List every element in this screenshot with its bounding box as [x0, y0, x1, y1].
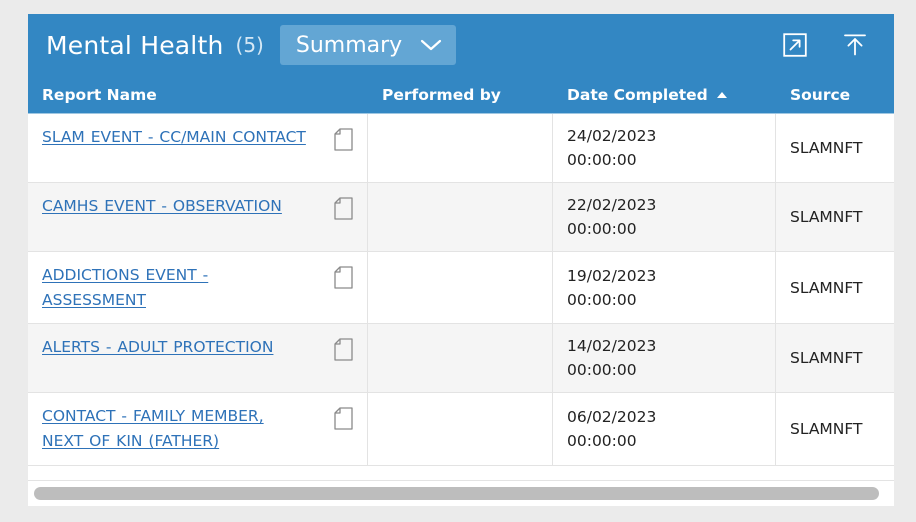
table-row[interactable]: SLAM EVENT - CC/MAIN CONTACT 24/02/2023 …: [28, 114, 894, 184]
cell-source: SLAMNFT: [776, 324, 893, 392]
source-value: SLAMNFT: [790, 139, 863, 158]
view-selector-summary[interactable]: Summary: [279, 25, 457, 65]
cell-date-completed: 24/02/2023 00:00:00: [553, 114, 776, 183]
cell-source: SLAMNFT: [776, 252, 893, 323]
column-header-date-completed-label: Date Completed: [567, 85, 708, 104]
chevron-down-icon: [420, 38, 442, 52]
cell-source: SLAMNFT: [776, 183, 893, 251]
report-name-link[interactable]: ALERTS - ADULT PROTECTION: [42, 335, 273, 360]
table-row[interactable]: CAMHS EVENT - OBSERVATION 22/02/2023 00:…: [28, 183, 894, 253]
cell-performed-by: [368, 183, 553, 252]
source-value: SLAMNFT: [790, 278, 863, 297]
cell-date-completed: 22/02/2023 00:00:00: [553, 183, 776, 252]
date-completed-value: 24/02/2023 00:00:00: [567, 127, 657, 170]
table-column-headers: Report Name Performed by Date Completed …: [28, 76, 894, 114]
table-row[interactable]: ADDICTIONS EVENT - ASSESSMENT 19/02/2023…: [28, 252, 894, 325]
cell-performed-by: [368, 114, 553, 183]
mental-health-panel: Mental Health (5) Summary Report Name Pe…: [28, 14, 894, 506]
cell-report-name: CONTACT - FAMILY MEMBER, NEXT OF KIN (FA…: [28, 393, 368, 465]
table-body: SLAM EVENT - CC/MAIN CONTACT 24/02/2023 …: [28, 114, 894, 480]
document-icon[interactable]: [334, 338, 353, 365]
horizontal-scrollbar-thumb[interactable]: [34, 487, 880, 500]
column-header-report-name[interactable]: Report Name: [28, 86, 368, 104]
report-name-link[interactable]: CONTACT - FAMILY MEMBER, NEXT OF KIN (FA…: [42, 404, 310, 454]
panel-titlebar: Mental Health (5) Summary: [28, 14, 894, 76]
cell-performed-by: [368, 393, 553, 465]
table-row[interactable]: CONTACT - FAMILY MEMBER, NEXT OF KIN (FA…: [28, 393, 894, 466]
cell-date-completed: 14/02/2023 00:00:00: [553, 324, 776, 393]
cell-source: SLAMNFT: [776, 114, 893, 182]
cell-report-name: CAMHS EVENT - OBSERVATION: [28, 183, 368, 252]
source-value: SLAMNFT: [790, 208, 863, 227]
document-icon[interactable]: [334, 128, 353, 155]
collapse-up-icon[interactable]: [840, 30, 870, 60]
column-header-date-completed[interactable]: Date Completed: [553, 86, 776, 104]
cell-date-completed: 19/02/2023 00:00:00: [553, 252, 776, 324]
document-icon[interactable]: [334, 197, 353, 224]
cell-report-name: ADDICTIONS EVENT - ASSESSMENT: [28, 252, 368, 324]
column-header-performed-by-label: Performed by: [382, 85, 501, 104]
document-icon[interactable]: [334, 266, 353, 293]
view-selector-label: Summary: [295, 32, 403, 58]
date-completed-value: 14/02/2023 00:00:00: [567, 337, 657, 380]
open-in-new-window-icon[interactable]: [780, 30, 810, 60]
source-value: SLAMNFT: [790, 419, 863, 438]
report-name-link[interactable]: ADDICTIONS EVENT - ASSESSMENT: [42, 263, 310, 313]
screen-root: Mental Health (5) Summary Report Name Pe…: [0, 0, 916, 522]
cell-date-completed: 06/02/2023 00:00:00: [553, 393, 776, 465]
panel-title: Mental Health: [46, 30, 224, 60]
titlebar-actions: [780, 30, 876, 60]
horizontal-scrollbar[interactable]: [28, 480, 894, 506]
cell-report-name: SLAM EVENT - CC/MAIN CONTACT: [28, 114, 368, 183]
cell-source: SLAMNFT: [776, 393, 893, 464]
column-header-performed-by[interactable]: Performed by: [368, 86, 553, 104]
sort-ascending-icon: [716, 91, 727, 98]
document-icon[interactable]: [334, 407, 353, 434]
cell-report-name: ALERTS - ADULT PROTECTION: [28, 324, 368, 393]
table-row[interactable]: ALERTS - ADULT PROTECTION 14/02/2023 00:…: [28, 324, 894, 394]
report-name-link[interactable]: SLAM EVENT - CC/MAIN CONTACT: [42, 125, 306, 150]
column-header-source[interactable]: Source: [776, 86, 893, 104]
date-completed-value: 06/02/2023 00:00:00: [567, 407, 657, 450]
source-value: SLAMNFT: [790, 349, 863, 368]
date-completed-value: 19/02/2023 00:00:00: [567, 266, 657, 309]
panel-record-count: (5): [235, 33, 264, 57]
cell-performed-by: [368, 324, 553, 393]
column-header-report-name-label: Report Name: [42, 85, 157, 104]
column-header-source-label: Source: [790, 85, 851, 104]
cell-performed-by: [368, 252, 553, 324]
date-completed-value: 22/02/2023 00:00:00: [567, 196, 657, 239]
report-name-link[interactable]: CAMHS EVENT - OBSERVATION: [42, 194, 282, 219]
